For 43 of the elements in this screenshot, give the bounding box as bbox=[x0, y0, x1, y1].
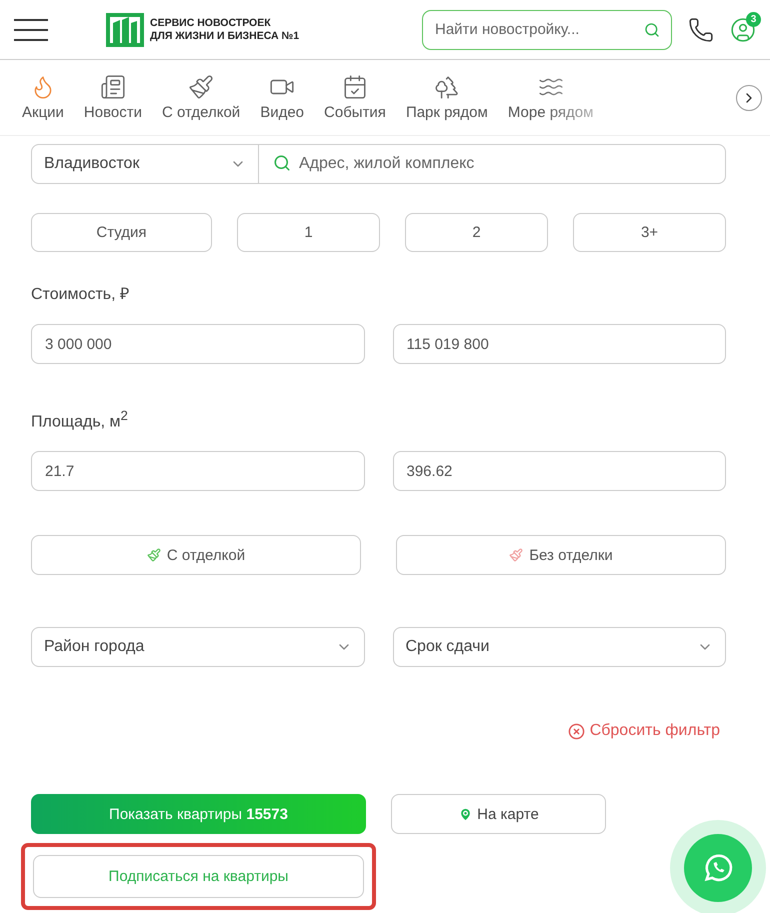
logo-text: СЕРВИС НОВОСТРОЕК ДЛЯ ЖИЗНИ И БИЗНЕСА №1 bbox=[150, 16, 300, 42]
newspaper-icon bbox=[100, 74, 126, 100]
close-icon bbox=[568, 722, 585, 740]
search-field[interactable]: Найти новостройку... bbox=[422, 10, 672, 50]
reset-filter-link[interactable]: Сбросить фильтр bbox=[568, 722, 720, 740]
calendar-icon bbox=[342, 74, 368, 100]
chat-button[interactable] bbox=[684, 834, 752, 902]
brush-icon bbox=[188, 74, 214, 100]
room-button[interactable]: 3+ bbox=[573, 213, 726, 252]
dropdown-select[interactable]: Район города bbox=[31, 627, 364, 668]
category-link[interactable]: Акции bbox=[12, 74, 74, 121]
next-button[interactable] bbox=[736, 84, 762, 110]
profile-button[interactable] bbox=[730, 16, 756, 42]
category-link[interactable]: Новости bbox=[74, 74, 152, 121]
area-label: Площадь, м$^{2}$ bbox=[31, 408, 129, 432]
area-to-field[interactable]: 396.62 bbox=[392, 451, 726, 492]
category-link[interactable]: С отделкой bbox=[152, 74, 250, 121]
city-select[interactable]: Владивосток bbox=[31, 144, 259, 184]
room-button[interactable]: Студия bbox=[31, 213, 212, 252]
search-icon[interactable] bbox=[644, 22, 660, 38]
category-link[interactable]: Видео bbox=[250, 74, 314, 121]
phone-button[interactable] bbox=[688, 16, 714, 42]
price-from-field[interactable]: 3 000 000 bbox=[31, 324, 364, 364]
category-link[interactable]: Море рядом bbox=[498, 74, 604, 121]
category-link[interactable]: Парк рядом bbox=[396, 74, 498, 121]
tree-icon bbox=[434, 74, 460, 100]
notification-badge: 3 bbox=[746, 12, 761, 26]
menu-button[interactable] bbox=[14, 18, 48, 40]
brush-icon bbox=[509, 548, 524, 562]
dropdown-select[interactable]: Срок сдачи bbox=[392, 627, 726, 668]
room-button[interactable]: 1 bbox=[237, 213, 380, 252]
price-to-field[interactable]: 115 019 800 bbox=[392, 324, 726, 364]
area-from-field[interactable]: 21.7 bbox=[31, 451, 364, 492]
search-icon bbox=[273, 154, 291, 172]
brush-icon bbox=[146, 548, 161, 562]
map-button[interactable]: На карте bbox=[391, 794, 606, 834]
finish-button[interactable]: Без отделки bbox=[396, 535, 726, 576]
finish-button[interactable]: С отделкой bbox=[31, 535, 361, 576]
price-label: Стоимость, ₽ bbox=[31, 285, 130, 304]
address-field[interactable]: Адрес, жилой комплекс bbox=[259, 144, 726, 184]
logo-icon bbox=[106, 12, 144, 46]
category-link[interactable]: События bbox=[314, 74, 396, 121]
room-button[interactable]: 2 bbox=[405, 213, 548, 252]
